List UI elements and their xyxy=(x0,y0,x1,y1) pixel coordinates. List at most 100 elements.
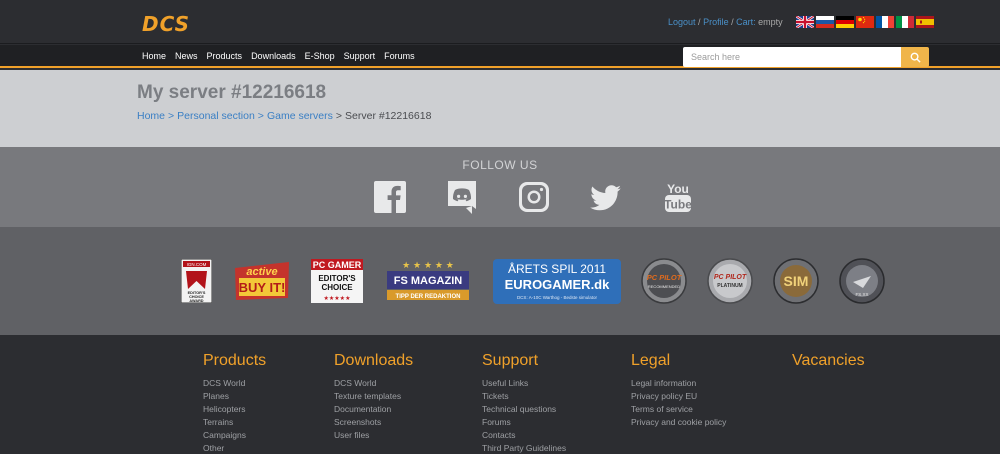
profile-link[interactable]: Profile xyxy=(703,17,729,27)
footer-column-legal: Legal Legal information Privacy policy E… xyxy=(631,352,726,429)
footer-heading: Products xyxy=(203,352,267,369)
footer-link[interactable]: Planes xyxy=(203,390,266,403)
breadcrumb-sep: > xyxy=(335,110,343,122)
ign-award-badge: IGN.COM EDITOR'S CHOICE AWARD xyxy=(181,259,212,303)
page-heading-area: My server #12216618 Home > Personal sectio… xyxy=(0,70,1000,147)
fsxx-award-badge: FS.XX xyxy=(839,258,885,304)
footer-column-downloads: Downloads DCS World Texture templates Do… xyxy=(334,352,413,442)
site-footer: Products DCS World Planes Helicopters Te… xyxy=(0,335,1000,454)
ign-award-label: IGN.COM xyxy=(187,262,207,267)
breadcrumb-sep: > xyxy=(257,110,264,122)
youtube-text-you: You xyxy=(667,182,689,196)
uk-flag[interactable] xyxy=(796,16,814,28)
nav-item-news[interactable]: News xyxy=(175,51,198,61)
pc-pilot-award-subtitle: RECOMMENDED xyxy=(648,284,680,289)
nav-item-eshop[interactable]: E-Shop xyxy=(305,51,335,61)
pc-pilot-platinum-badge: PC PILOT PLATINUM xyxy=(707,258,753,304)
main-nav: Home News Products Downloads E-Shop Supp… xyxy=(142,51,424,61)
account-sep: / xyxy=(731,17,734,27)
follow-us-section: FOLLOW US You Tube xyxy=(0,147,1000,227)
nav-item-downloads[interactable]: Downloads xyxy=(251,51,296,61)
page-title: My server #12216618 xyxy=(137,82,327,103)
language-flags xyxy=(796,16,934,28)
footer-link[interactable]: Helicopters xyxy=(203,403,266,416)
footer-link[interactable]: Privacy and cookie policy xyxy=(631,416,726,429)
italy-flag[interactable] xyxy=(896,16,914,28)
footer-link[interactable]: DCS World xyxy=(334,377,413,390)
footer-column-products: Products DCS World Planes Helicopters Te… xyxy=(203,352,266,454)
spain-flag[interactable] xyxy=(916,16,934,28)
footer-link[interactable]: Texture templates xyxy=(334,390,413,403)
breadcrumb-current: Server #12216618 xyxy=(345,110,432,122)
footer-link[interactable]: Campaigns xyxy=(203,429,266,442)
footer-link[interactable]: Tickets xyxy=(482,390,566,403)
twitter-icon[interactable] xyxy=(590,180,622,214)
breadcrumb-sep: > xyxy=(168,110,175,122)
sim-award-title: SIM xyxy=(784,273,809,289)
france-flag[interactable] xyxy=(876,16,894,28)
search-input[interactable] xyxy=(683,47,901,67)
footer-link[interactable]: Terrains xyxy=(203,416,266,429)
fs-magazin-award-title: FS MAGAZIN xyxy=(394,275,462,287)
svg-text:★★★★★: ★★★★★ xyxy=(324,295,351,302)
youtube-icon[interactable]: You Tube xyxy=(662,180,694,214)
footer-heading: Downloads xyxy=(334,352,414,369)
russia-flag[interactable] xyxy=(816,16,834,28)
footer-column-support: Support Useful Links Tickets Technical q… xyxy=(482,352,566,454)
china-flag[interactable] xyxy=(856,16,874,28)
discord-icon[interactable] xyxy=(446,180,478,214)
footer-column-vacancies: Vacancies xyxy=(792,352,865,377)
account-sep: / xyxy=(698,17,701,27)
breadcrumb-personal-section[interactable]: Personal section xyxy=(177,110,255,122)
account-links: Logout / Profile / Cart: empty xyxy=(668,17,783,27)
breadcrumb-game-servers[interactable]: Game servers xyxy=(267,110,333,122)
youtube-text-tube: Tube xyxy=(664,198,692,212)
germany-flag[interactable] xyxy=(836,16,854,28)
cart-link[interactable]: Cart: xyxy=(736,17,756,27)
footer-link[interactable]: Useful Links xyxy=(482,377,566,390)
fsxx-award-title: FS.XX xyxy=(855,292,868,297)
footer-link[interactable]: Documentation xyxy=(334,403,413,416)
ign-award-award: AWARD xyxy=(189,299,203,303)
nav-item-home[interactable]: Home xyxy=(142,51,166,61)
fs-magazin-award-badge: ★ ★ ★ ★ ★ FS MAGAZIN TIPP DER REDAKTION xyxy=(387,261,469,300)
footer-link[interactable]: Privacy policy EU xyxy=(631,390,726,403)
instagram-icon[interactable] xyxy=(518,180,550,214)
footer-link[interactable]: DCS World xyxy=(203,377,266,390)
active-award-buyit: BUY IT! xyxy=(239,280,286,295)
footer-link[interactable]: Technical questions xyxy=(482,403,566,416)
active-buy-it-badge: active BUY IT! xyxy=(235,262,289,300)
eurogamer-award-badge: ÅRETS SPIL 2011 EUROGAMER.dk DCS: A-10C … xyxy=(493,259,621,304)
pc-pilot-recommended-badge: PC PILOT RECOMMENDED xyxy=(641,258,687,304)
nav-item-support[interactable]: Support xyxy=(344,51,376,61)
nav-item-products[interactable]: Products xyxy=(207,51,243,61)
footer-link[interactable]: Forums xyxy=(482,416,566,429)
search-icon xyxy=(910,52,921,63)
footer-link[interactable]: Other xyxy=(203,442,266,454)
footer-heading: Support xyxy=(482,352,539,369)
pc-pilot-award-title: PC PILOT xyxy=(647,273,683,282)
eurogamer-award-name: EUROGAMER.dk xyxy=(505,277,611,292)
fs-magazin-award-subtitle: TIPP DER REDAKTION xyxy=(396,294,461,300)
footer-link[interactable]: Contacts xyxy=(482,429,566,442)
pc-gamer-award-title: PC GAMER xyxy=(313,260,362,270)
dcs-logo[interactable]: DCS xyxy=(142,12,190,36)
pc-gamer-award-choice: CHOICE xyxy=(321,283,353,292)
eurogamer-award-title: ÅRETS SPIL 2011 xyxy=(508,261,606,276)
breadcrumb-home[interactable]: Home xyxy=(137,110,165,122)
nav-item-forums[interactable]: Forums xyxy=(384,51,415,61)
search-button[interactable] xyxy=(901,47,929,67)
footer-link[interactable]: Third Party Guidelines xyxy=(482,442,566,454)
footer-link[interactable]: Legal information xyxy=(631,377,726,390)
logout-link[interactable]: Logout xyxy=(668,17,696,27)
cart-value: empty xyxy=(758,17,783,27)
pc-gamer-award-editors: EDITOR'S xyxy=(318,274,356,283)
facebook-icon[interactable] xyxy=(374,180,406,214)
footer-link[interactable]: Screenshots xyxy=(334,416,413,429)
main-nav-bar: Home News Products Downloads E-Shop Supp… xyxy=(0,45,1000,68)
breadcrumb: Home > Personal section > Game servers > Serve… xyxy=(137,110,431,122)
footer-link[interactable]: User files xyxy=(334,429,413,442)
footer-link[interactable]: Terms of service xyxy=(631,403,726,416)
footer-heading-vacancies[interactable]: Vacancies xyxy=(792,352,865,370)
follow-us-title: FOLLOW US xyxy=(462,158,538,172)
